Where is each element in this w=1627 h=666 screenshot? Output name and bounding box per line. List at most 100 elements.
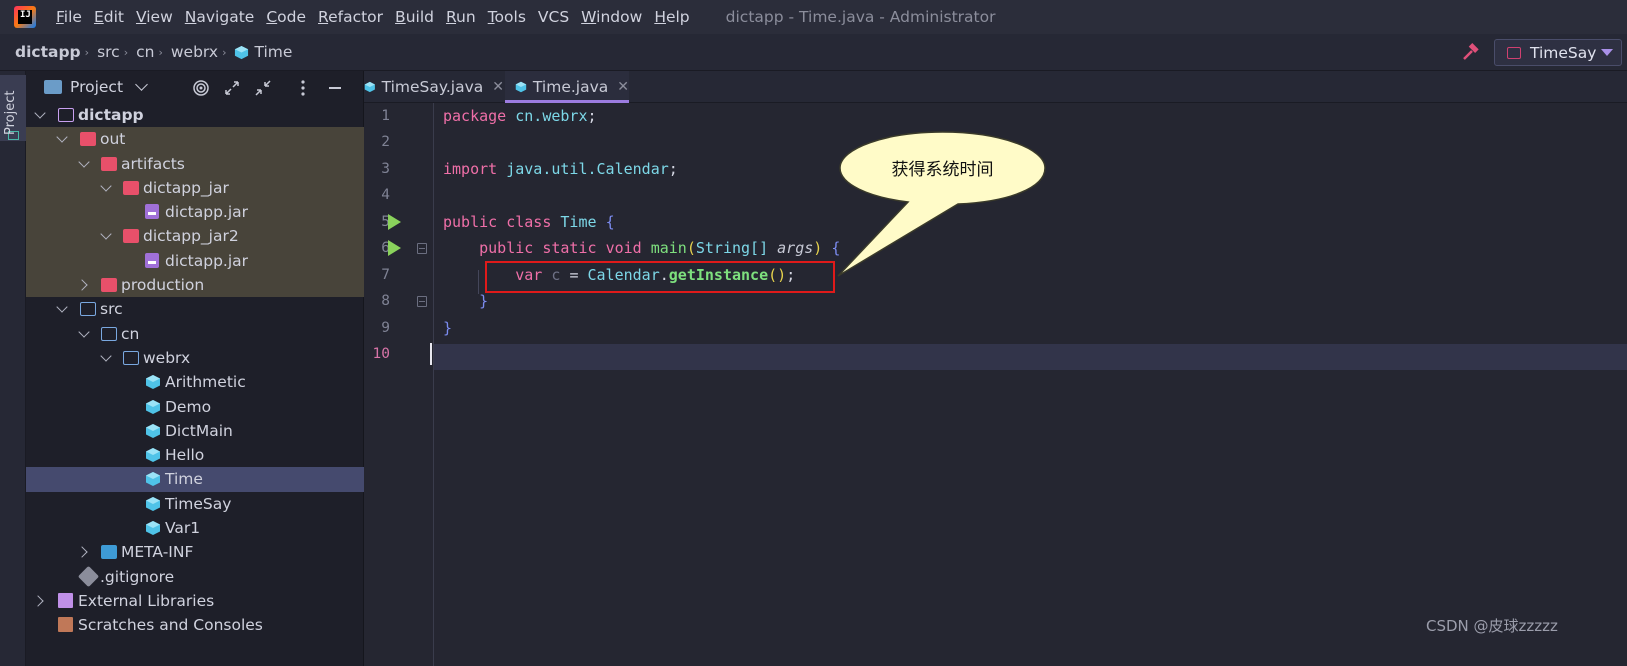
tree-node-external-libraries[interactable]: External Libraries [26,589,364,613]
jar-file-icon [145,252,159,268]
menu-file[interactable]: File [56,8,82,26]
run-main-icon[interactable] [388,240,401,256]
project-view-selector[interactable]: Project [70,78,123,96]
build-hammer-icon[interactable] [1460,42,1480,62]
tree-node-class-selected[interactable]: Time [26,467,364,492]
options-menu-icon[interactable] [294,79,312,97]
tree-node-production[interactable]: production [26,273,364,298]
chevron-down-icon[interactable] [56,301,68,314]
menu-edit[interactable]: Edit [94,8,124,26]
menu-refactor[interactable]: Refactor [318,8,383,26]
tree-node-artifacts[interactable]: artifacts [26,151,364,176]
tree-label: dictapp [78,106,144,124]
code-line-6: public static void main(String[] args) { [479,239,841,257]
menu-window[interactable]: Window [581,8,642,26]
fold-marker-icon[interactable] [417,243,427,254]
chevron-down-icon[interactable] [56,131,68,143]
java-class-icon [364,81,375,93]
java-class-icon [146,448,160,463]
excluded-folder-icon [101,156,117,171]
breadcrumb: dictapp › src › cn › webrx › Time [15,43,292,61]
git-file-icon [77,565,100,587]
tab-label: TimeSay.java [381,78,484,96]
tree-label: Hello [165,446,205,465]
project-view-icon [44,80,62,94]
menu-code[interactable]: Code [266,8,306,26]
tree-node-jar-file[interactable]: dictapp.jar [26,248,364,274]
chevron-right-icon[interactable] [76,546,88,559]
tree-node-dictapp-jar[interactable]: dictapp_jar [26,175,364,201]
callout-text: 获得系统时间 [891,160,994,180]
expand-all-icon[interactable] [223,79,241,97]
collapse-all-icon[interactable] [254,79,272,97]
tree-node-class[interactable]: DictMain [26,419,364,443]
menu-help[interactable]: Help [654,8,689,26]
crumb-cn[interactable]: cn [136,43,154,61]
menu-navigate[interactable]: Navigate [185,8,255,26]
crumb-time[interactable]: Time [254,43,292,61]
chevron-down-icon[interactable] [135,78,148,91]
chevron-right-icon[interactable] [76,279,88,291]
menu-tools[interactable]: Tools [488,8,526,26]
run-class-icon[interactable] [388,214,401,230]
current-line-highlight [364,344,1627,370]
chevron-down-icon[interactable] [78,155,90,168]
tree-node-webrx[interactable]: webrx [26,346,364,370]
tree-node-class[interactable]: Hello [26,443,364,467]
project-panel-header: Project [26,71,364,103]
fold-marker-icon[interactable] [417,296,427,307]
tree-node-class[interactable]: Var1 [26,516,364,540]
chevron-down-icon[interactable] [100,180,112,192]
tree-node-out[interactable]: out [26,127,364,152]
jar-file-icon [145,204,159,220]
chevron-right-icon[interactable] [32,595,44,607]
crumb-src[interactable]: src [97,43,120,61]
menu-view[interactable]: View [136,8,173,26]
intellij-logo-icon[interactable]: IJ [14,6,36,28]
chevron-down-icon[interactable] [34,107,46,119]
menu-build[interactable]: Build [395,8,434,26]
module-folder-icon [58,108,74,122]
menu-vcs[interactable]: VCS [538,8,569,26]
tree-label: dictapp.jar [165,203,249,222]
run-configuration-selector[interactable]: TimeSay [1494,39,1622,66]
menu-run[interactable]: Run [446,8,476,26]
tree-node-class[interactable]: Demo [26,395,364,419]
project-tool-window-button[interactable]: Project [0,75,26,141]
tree-node-gitignore[interactable]: .gitignore [26,565,364,589]
hide-panel-icon[interactable] [326,79,344,97]
tree-node-dictapp-jar2[interactable]: dictapp_jar2 [26,224,364,249]
text-caret [430,343,432,365]
java-class-icon [235,45,249,59]
java-class-icon [146,472,160,487]
excluded-folder-icon [80,132,96,147]
tree-node-meta-inf[interactable]: META-INF [26,540,364,564]
chevron-down-icon[interactable] [78,326,90,338]
tree-label: artifacts [121,154,185,173]
tab-timesay-java[interactable]: TimeSay.java ✕ [364,71,504,103]
tree-node-src[interactable]: src [26,297,364,321]
chevron-down-icon[interactable] [100,350,112,362]
line-number: 1 [381,108,390,124]
tree-node-scratches[interactable]: Scratches and Consoles [26,613,364,637]
tree-node-class[interactable]: Arithmetic [26,370,364,394]
java-class-icon [515,81,527,93]
tree-node-jar-file[interactable]: dictapp.jar [26,200,364,225]
tab-time-java[interactable]: Time.java ✕ [505,71,629,104]
close-tab-icon[interactable]: ✕ [492,79,504,95]
tree-node-dictapp[interactable]: dictapp [26,103,364,127]
tree-node-class[interactable]: TimeSay [26,492,364,516]
locate-file-icon[interactable] [192,79,210,97]
close-tab-icon[interactable]: ✕ [617,79,629,95]
run-config-label: TimeSay [1530,43,1597,62]
crumb-webrx[interactable]: webrx [171,43,218,61]
tree-label: DictMain [165,421,233,440]
tree-node-cn[interactable]: cn [26,322,364,346]
project-tool-label: Project [3,90,18,135]
line-number-current: 10 [372,346,390,362]
editor-tab-bar: TimeSay.java ✕ Time.java ✕ [364,71,1627,104]
excluded-folder-icon [101,278,117,293]
crumb-project[interactable]: dictapp [15,43,81,61]
chevron-down-icon[interactable] [100,228,112,241]
tree-label: .gitignore [100,567,175,586]
